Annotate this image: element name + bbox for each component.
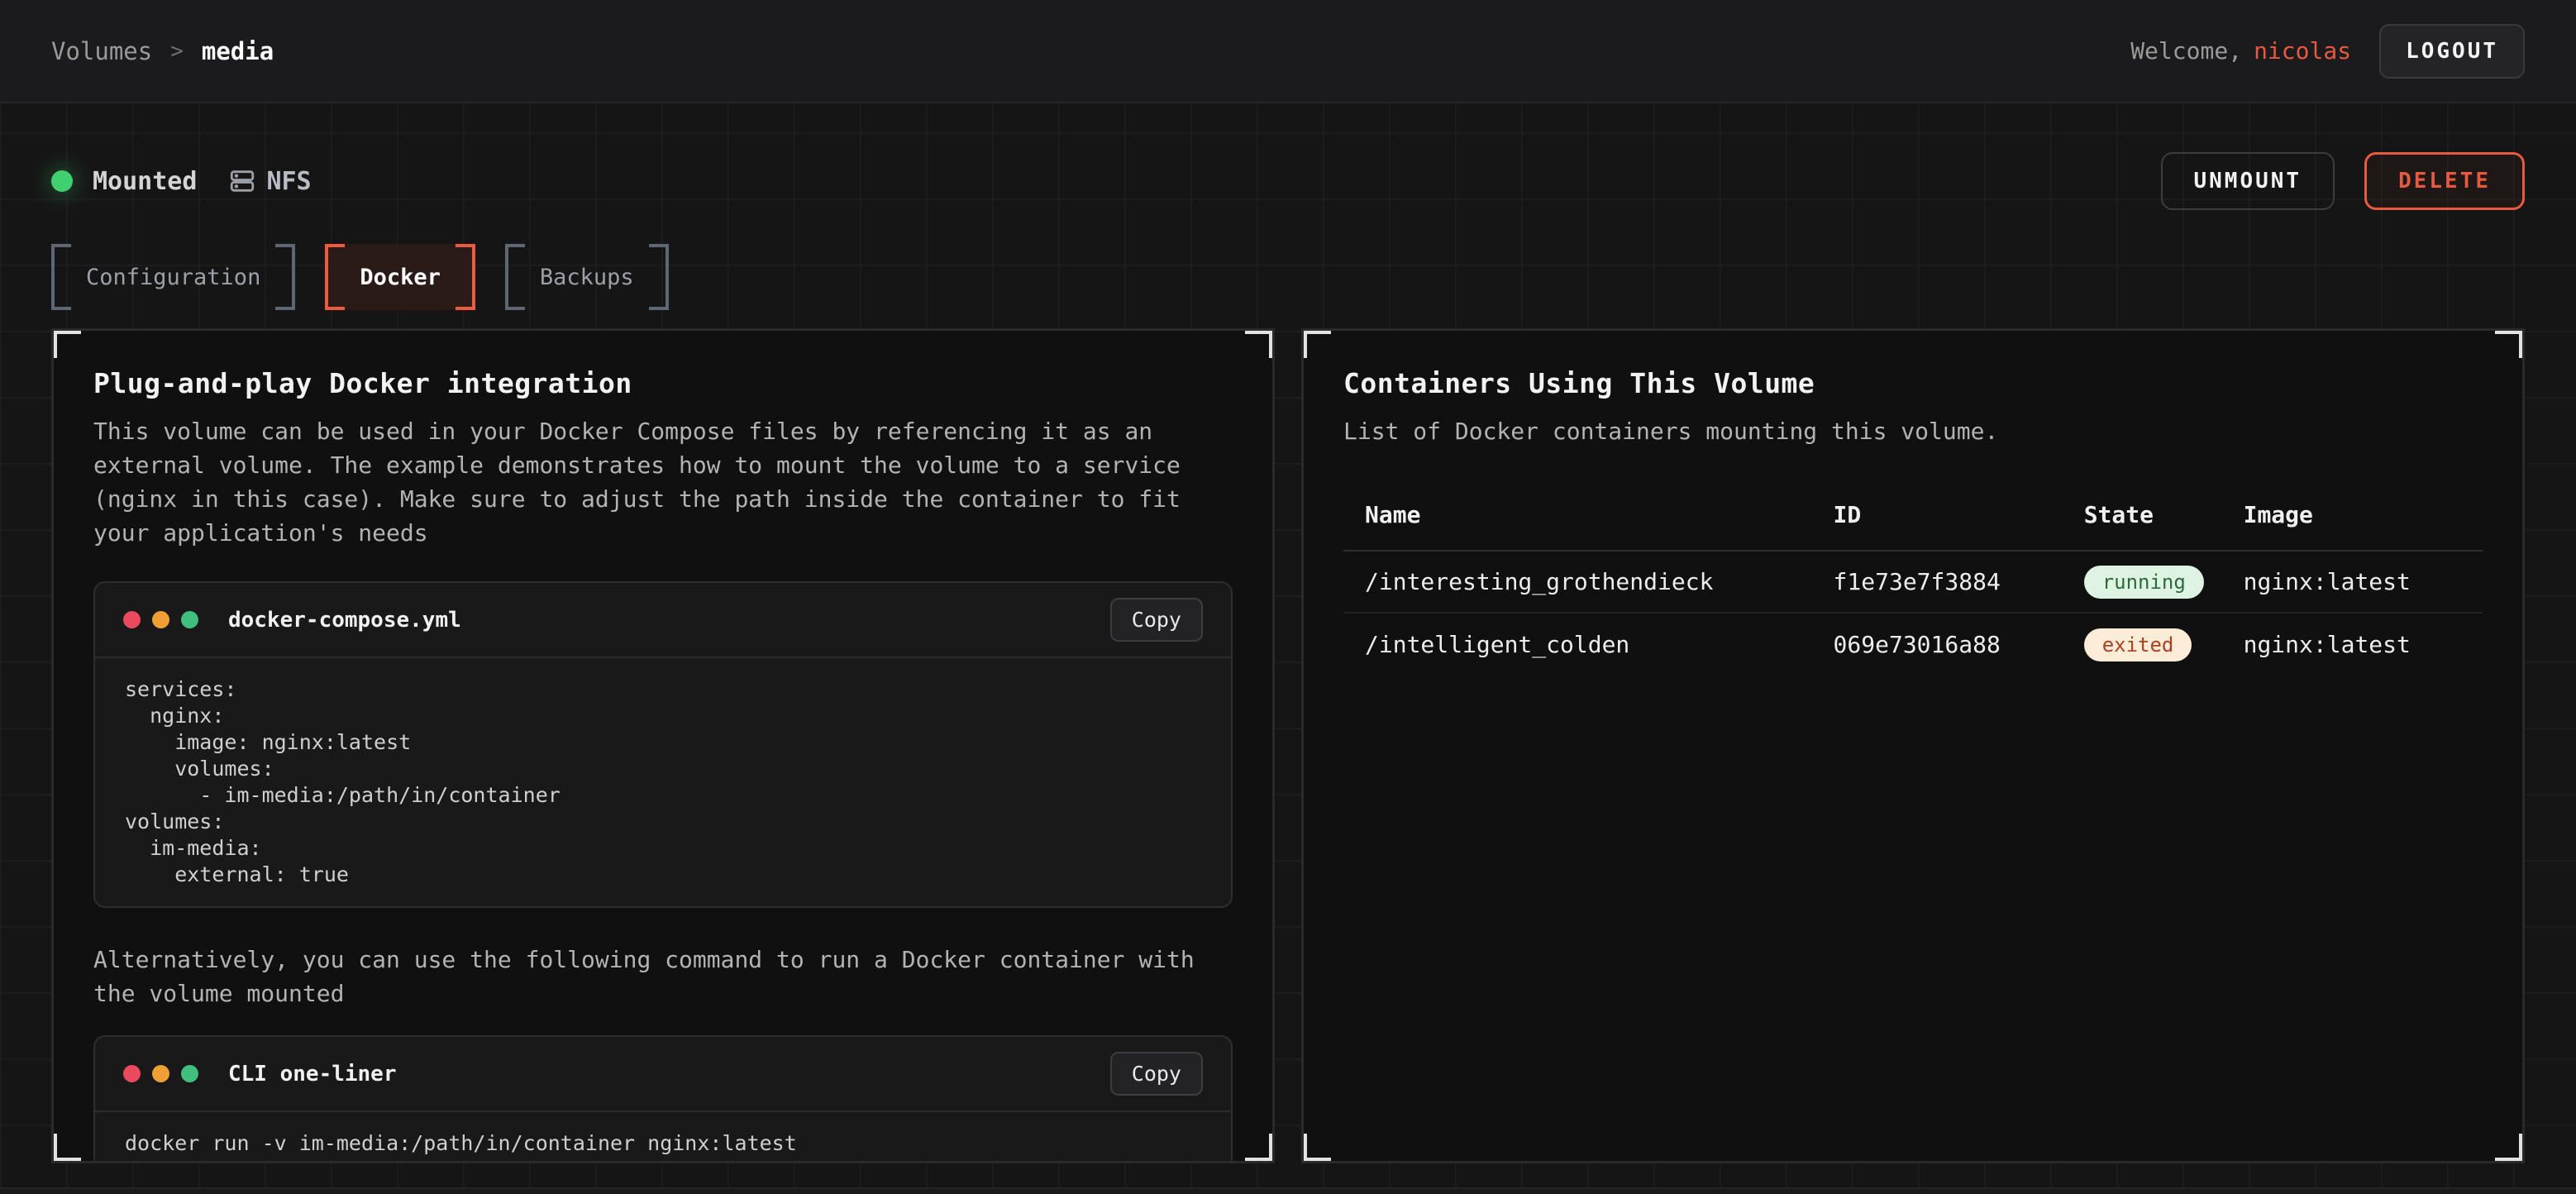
tab-bar: Configuration Docker Backups: [51, 244, 2525, 310]
server-icon: [228, 167, 256, 195]
delete-button[interactable]: DELETE: [2364, 152, 2525, 210]
compose-code: services: nginx: image: nginx:latest vol…: [95, 658, 1231, 906]
traffic-light-amber-icon: [152, 611, 169, 628]
cli-code: docker run -v im-media:/path/in/containe…: [95, 1112, 1231, 1163]
panel-corner-icon: [1245, 328, 1275, 358]
volume-detail-page: Volumes > media Welcome, nicolas LOGOUT …: [0, 0, 2576, 1194]
container-name: /intelligent_colden: [1343, 631, 1834, 658]
mounted-status-dot-icon: [51, 170, 73, 192]
panel-corner-icon: [51, 1134, 81, 1163]
status-row: Mounted NFS UNMOUNT DELETE: [51, 151, 2525, 211]
docker-integration-panel: Plug-and-play Docker integration This vo…: [51, 328, 1275, 1163]
welcome-text: Welcome, nicolas: [2130, 37, 2351, 64]
header-right: Welcome, nicolas LOGOUT: [2130, 24, 2525, 79]
username: nicolas: [2254, 37, 2351, 64]
chevron-right-icon: >: [170, 39, 184, 64]
panel-corner-icon: [2495, 328, 2525, 358]
panel-corner-icon: [1301, 1134, 1331, 1163]
mounted-status-label: Mounted: [93, 167, 197, 196]
containers-panel: Containers Using This Volume List of Doc…: [1301, 328, 2525, 1163]
logout-button[interactable]: LOGOUT: [2379, 24, 2525, 79]
panel-corner-icon: [51, 328, 81, 358]
cli-code-header: CLI one-liner Copy: [95, 1037, 1231, 1112]
table-row: /intelligent_colden 069e73016a88 exited …: [1343, 614, 2483, 676]
cli-intro-text: Alternatively, you can use the following…: [93, 943, 1233, 1010]
main-content: Mounted NFS UNMOUNT DELETE Configuration: [0, 151, 2576, 1163]
volume-actions: UNMOUNT DELETE: [2161, 152, 2526, 210]
tab-backups[interactable]: Backups: [505, 244, 669, 310]
containers-panel-title: Containers Using This Volume: [1343, 367, 2483, 399]
container-image: nginx:latest: [2244, 568, 2483, 595]
compose-filename: docker-compose.yml: [228, 608, 461, 633]
copy-cli-button[interactable]: Copy: [1110, 1052, 1203, 1096]
volume-type: NFS: [228, 167, 311, 196]
column-header-name: Name: [1343, 501, 1834, 528]
container-name: /interesting_grothendieck: [1343, 568, 1834, 595]
breadcrumb: Volumes > media: [51, 37, 274, 65]
cli-code-block: CLI one-liner Copy docker run -v im-medi…: [93, 1035, 1233, 1163]
containers-panel-subtitle: List of Docker containers mounting this …: [1343, 414, 2483, 448]
bottom-divider: [0, 1187, 2576, 1194]
docker-panel-title: Plug-and-play Docker integration: [93, 367, 1233, 399]
compose-code-header: docker-compose.yml Copy: [95, 583, 1231, 658]
panels-row: Plug-and-play Docker integration This vo…: [51, 328, 2525, 1163]
tab-docker[interactable]: Docker: [325, 244, 475, 310]
column-header-id: ID: [1834, 501, 2084, 528]
welcome-prefix: Welcome,: [2130, 37, 2242, 64]
compose-code-block: docker-compose.yml Copy services: nginx:…: [93, 581, 1233, 908]
breadcrumb-volumes-link[interactable]: Volumes: [51, 37, 152, 65]
traffic-light-green-icon: [181, 611, 198, 628]
containers-table-header: Name ID State Image: [1343, 501, 2483, 552]
unmount-button[interactable]: UNMOUNT: [2161, 152, 2335, 210]
panel-corner-icon: [2495, 1134, 2525, 1163]
volume-status: Mounted NFS: [51, 167, 312, 196]
container-image: nginx:latest: [2244, 631, 2483, 658]
containers-table: Name ID State Image /interesting_grothen…: [1343, 501, 2483, 676]
docker-panel-description: This volume can be used in your Docker C…: [93, 414, 1233, 550]
traffic-light-green-icon: [181, 1065, 198, 1082]
traffic-light-red-icon: [123, 1065, 141, 1082]
traffic-light-red-icon: [123, 611, 141, 628]
column-header-state: State: [2084, 501, 2244, 528]
container-id: 069e73016a88: [1834, 631, 2084, 658]
column-header-image: Image: [2244, 501, 2483, 528]
panel-corner-icon: [1301, 328, 1331, 358]
copy-compose-button[interactable]: Copy: [1110, 598, 1203, 642]
tab-configuration[interactable]: Configuration: [51, 244, 295, 310]
container-id: f1e73e7f3884: [1834, 568, 2084, 595]
panel-corner-icon: [1245, 1134, 1275, 1163]
state-badge-running: running: [2084, 566, 2204, 599]
breadcrumb-current-volume: media: [202, 37, 274, 65]
traffic-light-amber-icon: [152, 1065, 169, 1082]
cli-title: CLI one-liner: [228, 1062, 397, 1087]
state-badge-exited: exited: [2084, 628, 2192, 661]
volume-type-label: NFS: [266, 167, 311, 196]
table-row: /interesting_grothendieck f1e73e7f3884 r…: [1343, 552, 2483, 614]
header: Volumes > media Welcome, nicolas LOGOUT: [0, 0, 2576, 103]
